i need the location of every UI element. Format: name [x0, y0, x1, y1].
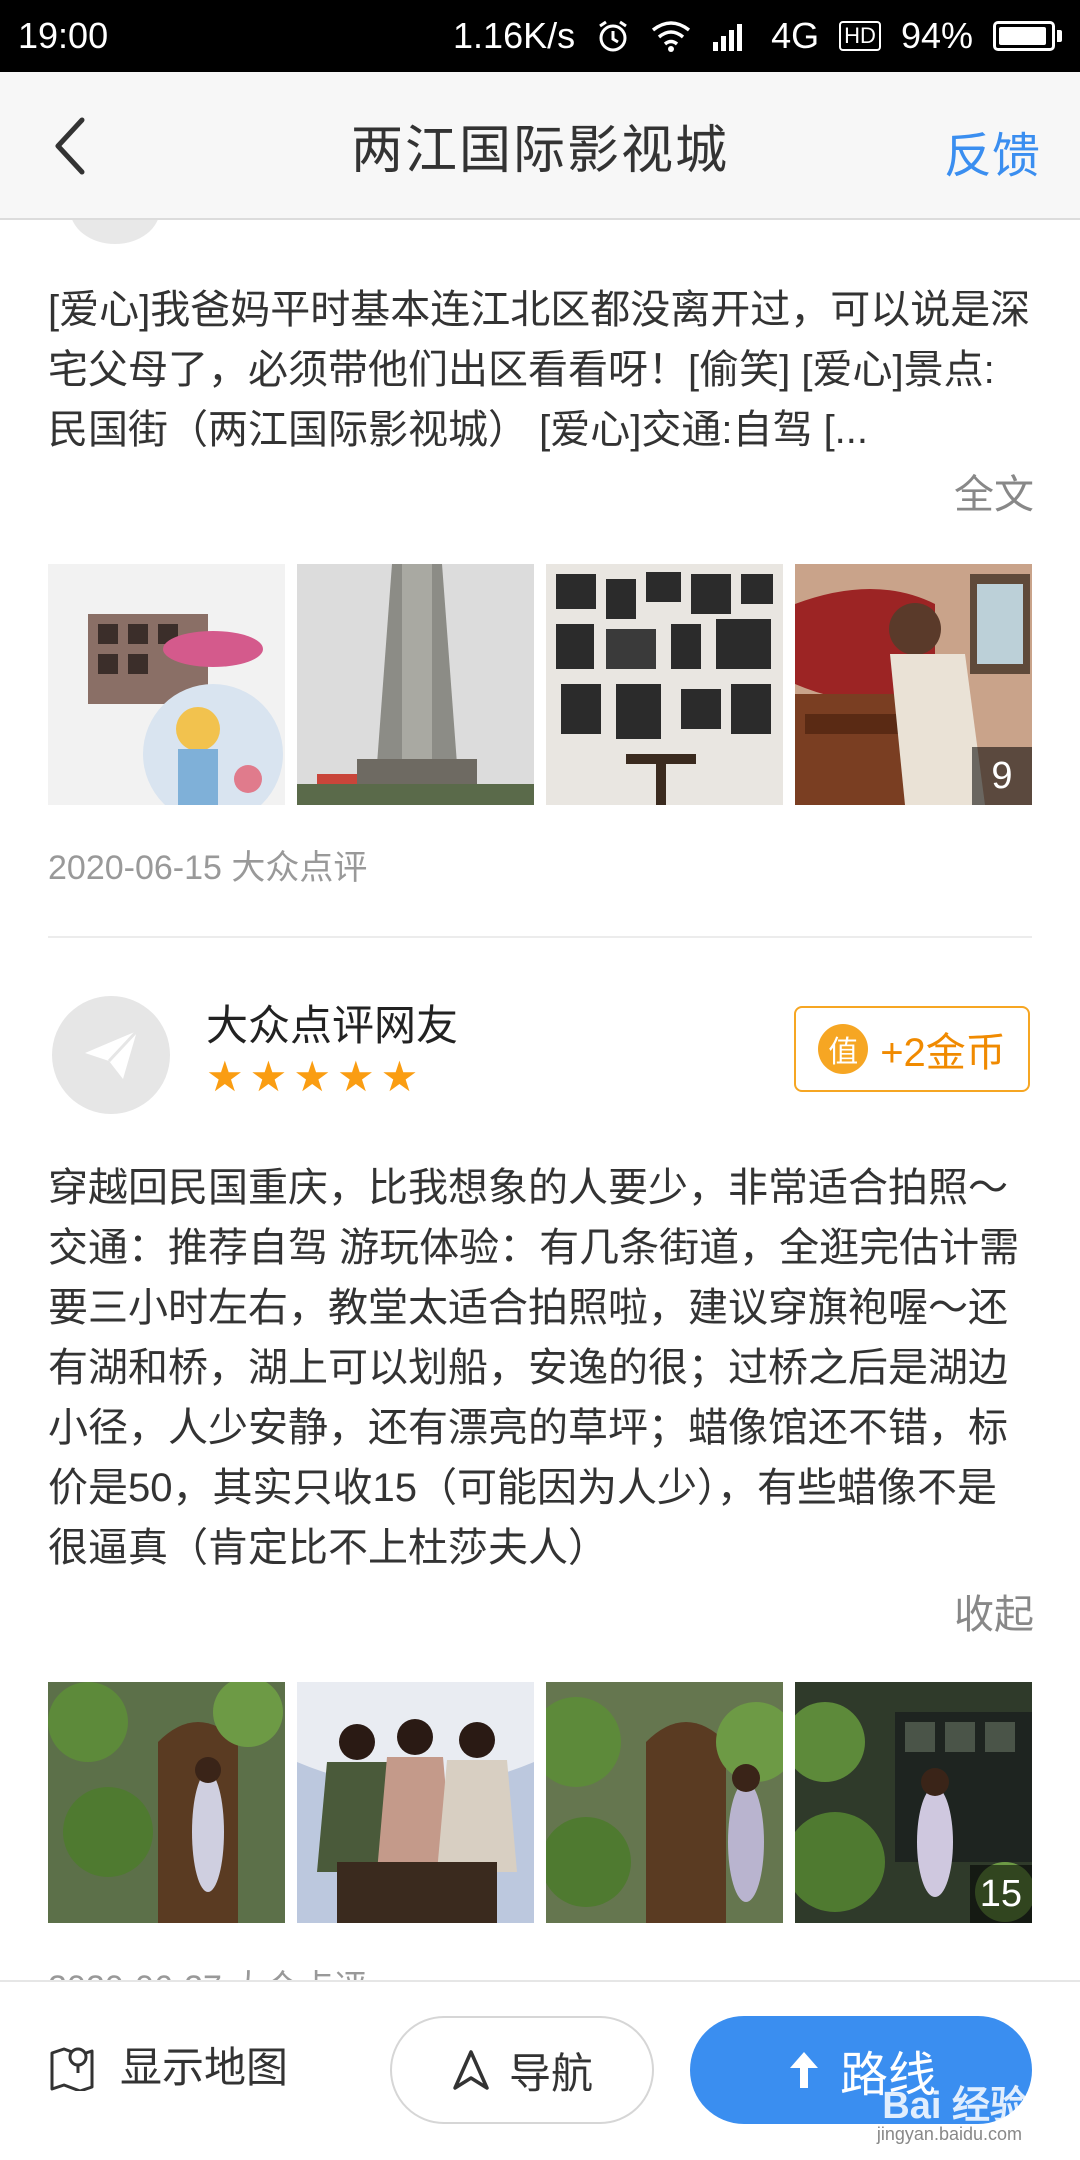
bottom-bar: 显示地图 导航 路线 Bai 经验 jingyan.baidu.com — [0, 1980, 1080, 2160]
photo-count-badge: 15 — [969, 1865, 1032, 1923]
hd-badge: HD — [839, 21, 881, 51]
review-photo[interactable] — [297, 564, 534, 805]
map-pin-icon — [50, 2047, 94, 2091]
review-photos: 15 — [0, 1682, 1080, 1923]
review-meta: 2020-06-15 大众点评 — [48, 849, 368, 887]
star-rating: ★ ★ ★ ★ ★ — [206, 1056, 418, 1098]
show-map-label: 显示地图 — [120, 2044, 289, 2091]
star-icon: ★ — [336, 1053, 375, 1100]
network-speed: 1.16K/s — [453, 15, 576, 56]
review-text: 穿越回民国重庆，比我想象的人要少，非常适合拍照～ 交通：推荐自驾 游玩体验：有几… — [48, 1166, 1020, 1570]
star-icon: ★ — [293, 1053, 331, 1100]
review-photo[interactable] — [48, 564, 285, 805]
arrow-up-icon — [789, 2052, 818, 2088]
network-type: 4G — [771, 15, 820, 56]
show-map-button[interactable]: 显示地图 — [48, 2034, 288, 2095]
review-photo[interactable] — [48, 1682, 285, 1923]
review-meta: 2020-06-27 大众点评 — [0, 1960, 415, 1980]
coin-icon: 值 — [818, 1024, 869, 1074]
review-photos: 9 — [0, 564, 1080, 805]
feedback-button[interactable]: 反馈 — [944, 116, 1040, 186]
watermark-url: jingyan.baidu.com — [876, 2124, 1022, 2144]
star-icon: ★ — [249, 1053, 288, 1100]
review-photo[interactable] — [546, 564, 783, 805]
navigate-label: 导航 — [508, 2049, 593, 2097]
navigate-button[interactable]: 导航 — [390, 2016, 654, 2124]
header: 两江国际影视城 反馈 — [0, 72, 1080, 220]
navigation-arrow-icon — [453, 2050, 489, 2090]
review-list[interactable]: [爱心]我爸妈平时基本连江北区都没离开过，可以说是深宅父母了，必须带他们出区看看… — [0, 220, 1080, 1980]
review-photo[interactable] — [297, 1682, 534, 1923]
status-bar: 19:00 1.16K/s 4G HD 94% — [0, 0, 1080, 72]
paper-plane-icon — [85, 1029, 139, 1079]
page-title: 两江国际影视城 — [350, 121, 729, 180]
back-button[interactable] — [30, 106, 110, 186]
reward-coin-button[interactable]: 值 +2金币 — [794, 1006, 1030, 1092]
avatar — [70, 220, 160, 244]
review-photo[interactable] — [546, 1682, 783, 1923]
chevron-left-icon — [55, 117, 85, 175]
wifi-icon — [651, 20, 691, 52]
watermark: Bai 经验 — [882, 2085, 1028, 2127]
avatar[interactable] — [52, 996, 170, 1114]
star-icon: ★ — [380, 1053, 419, 1100]
review-text: [爱心]我爸妈平时基本连江北区都没离开过，可以说是深宅父母了，必须带他们出区看看… — [48, 288, 1031, 452]
status-time: 19:00 — [18, 15, 109, 56]
divider — [48, 936, 1032, 938]
expand-full-text-link[interactable]: 全文 — [0, 462, 1080, 520]
alarm-icon — [595, 18, 631, 54]
review-header: 大众点评网友 ★ ★ ★ ★ ★ 值 +2金币 — [0, 988, 1080, 1118]
coin-label: +2金币 — [880, 1031, 1006, 1075]
collapse-text-link[interactable]: 收起 — [0, 1582, 1080, 1640]
status-icons: 1.16K/s 4G HD 94% — [453, 15, 1062, 57]
review-photo[interactable]: 15 — [795, 1682, 1032, 1923]
author-name[interactable]: 大众点评网友 — [206, 992, 458, 1053]
battery-percent: 94% — [900, 15, 973, 56]
review-photo[interactable]: 9 — [795, 564, 1032, 805]
star-icon: ★ — [206, 1053, 244, 1100]
photo-count-badge: 9 — [972, 747, 1032, 805]
battery-icon — [993, 21, 1062, 51]
signal-icon — [711, 20, 751, 52]
